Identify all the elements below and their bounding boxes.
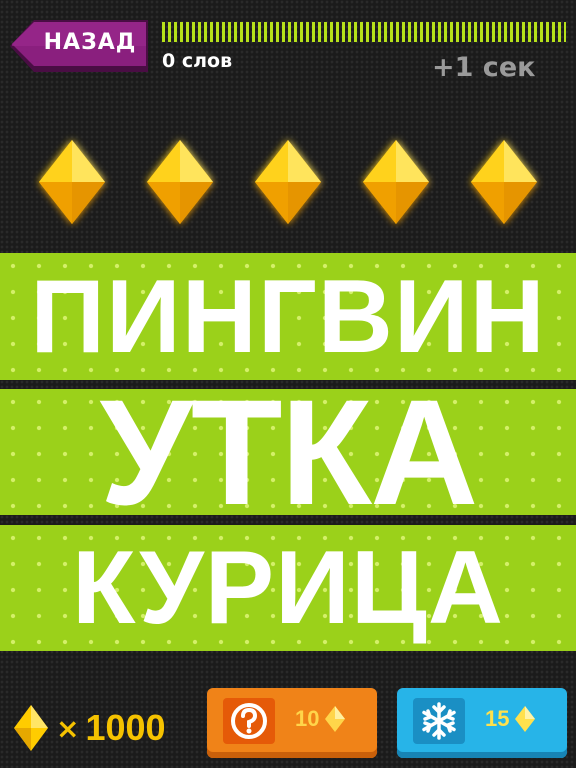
snowflake-icon — [413, 698, 465, 744]
life-gem-icon — [39, 140, 105, 224]
word-option-1[interactable]: ПИНГВИН — [0, 253, 576, 380]
hint-button[interactable]: 10 — [207, 688, 377, 758]
word-counter: 0 слов — [162, 50, 233, 72]
hint-price: 10 — [295, 706, 346, 732]
word-option-1-label: ПИНГВИН — [30, 258, 546, 375]
timer-bar — [162, 22, 566, 42]
time-bonus-label: +1 сек — [432, 52, 536, 83]
balance-value: 1000 — [85, 707, 166, 748]
life-gem-icon — [255, 140, 321, 224]
hint-price-value: 10 — [295, 706, 320, 731]
life-gem-icon — [363, 140, 429, 224]
gem-balance: × 1000 — [14, 700, 166, 756]
word-option-3-label: КУРИЦА — [72, 530, 504, 646]
freeze-price: 15 — [485, 706, 536, 732]
gem-icon — [14, 705, 48, 751]
freeze-price-value: 15 — [485, 706, 510, 731]
life-gem-icon — [471, 140, 537, 224]
question-icon — [223, 698, 275, 744]
word-option-2-label: УТКА — [99, 389, 479, 515]
word-option-2[interactable]: УТКА — [0, 389, 576, 515]
balance-multiplier: × — [56, 711, 80, 745]
freeze-button[interactable]: 15 — [397, 688, 567, 758]
gem-icon — [515, 706, 536, 732]
gem-icon — [325, 706, 346, 732]
life-gem-icon — [147, 140, 213, 224]
back-button-label: НАЗАД — [43, 30, 137, 55]
word-option-3[interactable]: КУРИЦА — [0, 525, 576, 651]
back-button[interactable]: НАЗАД — [10, 20, 148, 72]
